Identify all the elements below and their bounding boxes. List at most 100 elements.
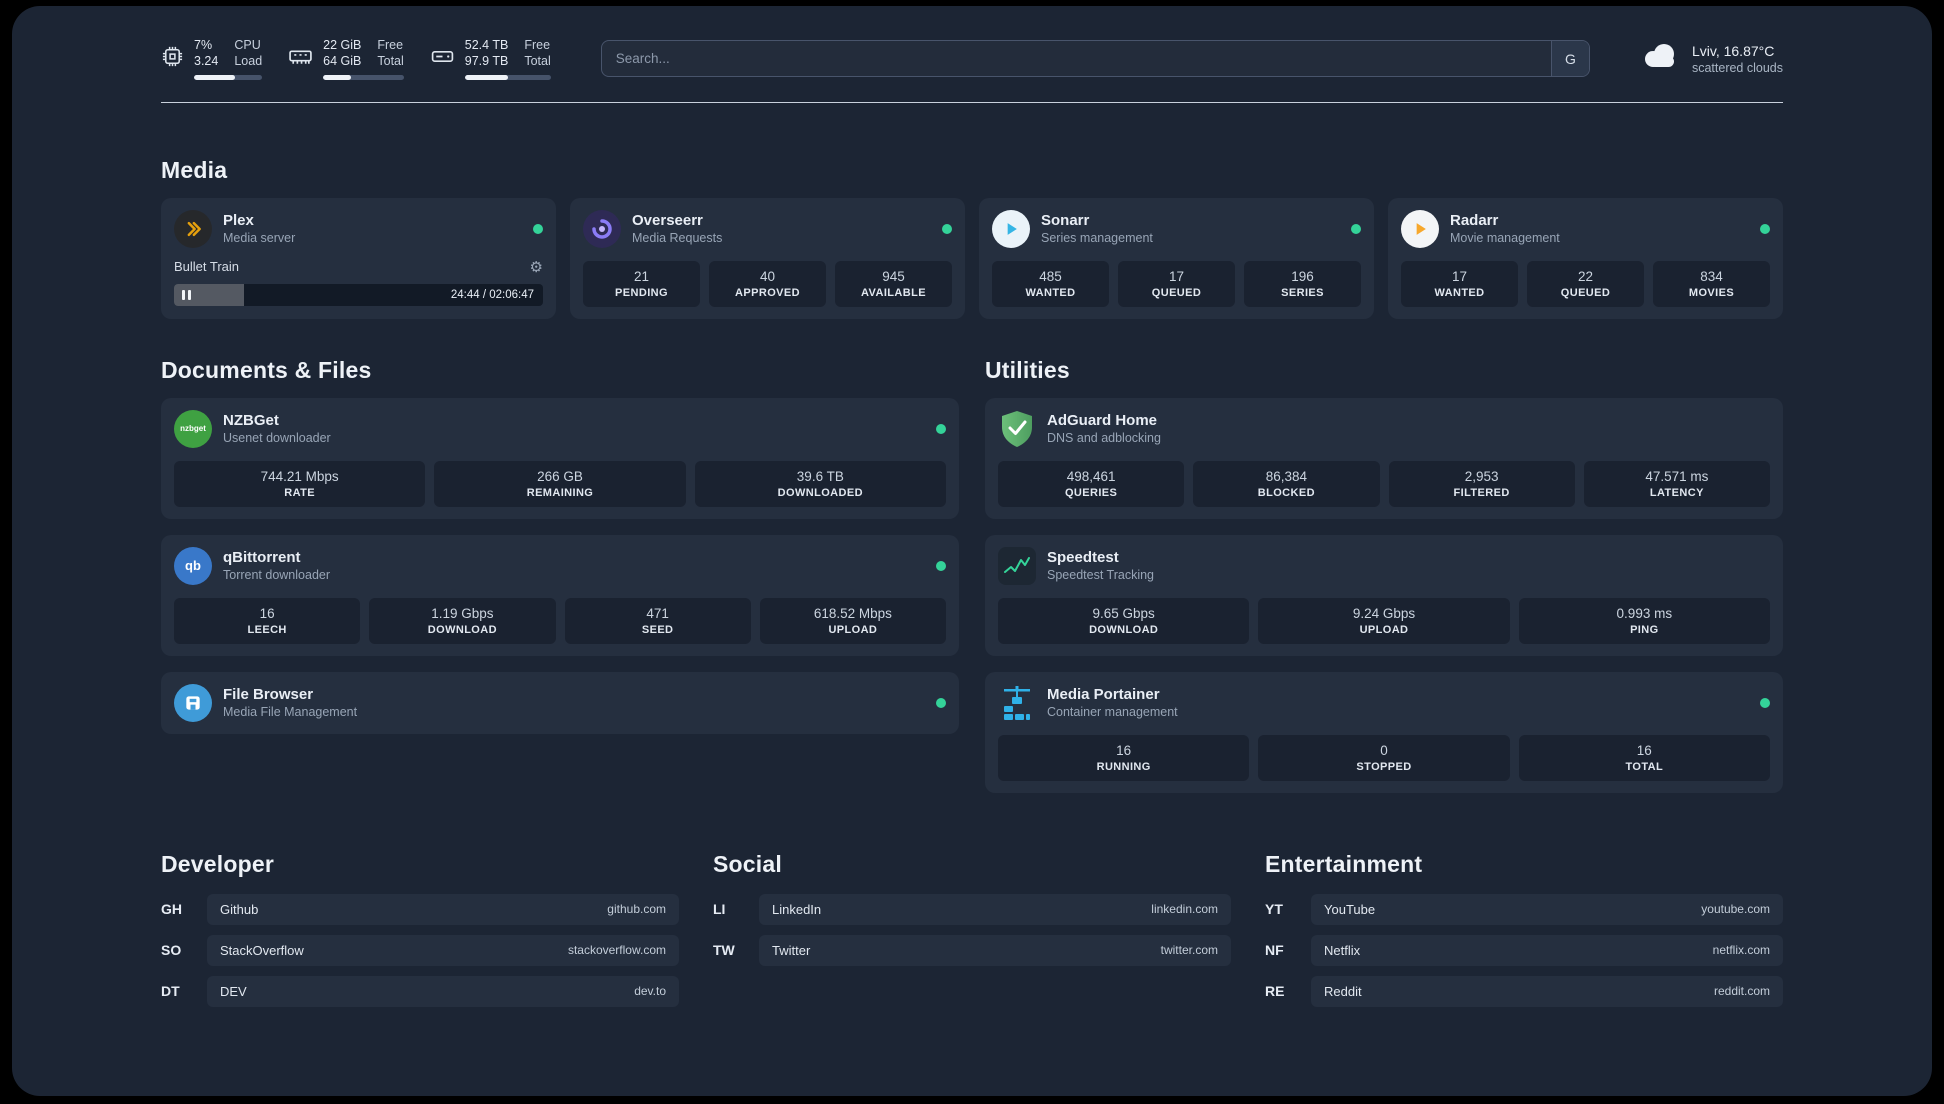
bookmark-abbr: SO [161,942,182,959]
stat-box: 86,384 BLOCKED [1193,460,1380,507]
plex-card[interactable]: Plex Media server Bullet Train ⚙ 24:44 /… [161,197,556,319]
documents-section-title: Documents & Files [161,356,372,383]
bookmark-abbr: YT [1265,901,1283,918]
disk-total-value: 97.9 TB [464,54,509,69]
overseerr-icon [583,209,621,248]
adguard-card[interactable]: AdGuard Home DNS and adblocking 498,461 … [985,397,1783,519]
bookmark-link[interactable]: YouTube youtube.com [1311,893,1783,925]
status-dot [1760,697,1770,708]
bookmark-link[interactable]: Twitter twitter.com [759,934,1231,966]
app-name: Speedtest [1047,549,1119,567]
search-provider-button[interactable]: G [1550,41,1589,77]
bookmark-link[interactable]: Github github.com [207,893,679,925]
status-dot [533,223,543,234]
disk-usage-bar [464,74,551,80]
portainer-icon [998,684,1036,722]
disk-free-value: 52.4 TB [464,38,509,52]
utilities-section: Utilities AdGuard Home DNS and adblockin… [985,357,1783,793]
app-name: Media Portainer [1047,686,1160,704]
adguard-icon [998,410,1036,448]
disk-free-label: Free [524,38,551,52]
stat-box: 16 RUNNING [998,734,1250,781]
speedtest-card[interactable]: Speedtest Speedtest Tracking 9.65 Gbps D… [985,534,1783,656]
weather-location: Lviv, 16.87°C [1691,42,1775,59]
disk-usage-fill [464,74,508,80]
cpu-label-bottom: Load [234,54,263,69]
app-name: Plex [223,212,254,230]
disk-total-label: Total [524,54,551,69]
plex-player-bar[interactable]: 24:44 / 02:06:47 [174,283,543,306]
bookmark-abbr: LI [713,901,726,918]
bookmark-abbr: RE [1265,983,1285,1000]
qbittorrent-card[interactable]: qb qBittorrent Torrent downloader 16 LEE… [161,534,959,656]
dashboard-panel: 7% 3.24 CPU Load 22 GiB 64 GiB Free Tota… [12,6,1932,1096]
app-name: qBittorrent [223,549,301,567]
weather-condition: scattered clouds [1691,60,1783,75]
plex-icon [174,209,212,248]
entertainment-section-title: Entertainment [1265,850,1423,877]
playback-time: 24:44 / 02:06:47 [450,288,534,301]
search-input[interactable] [600,40,1590,78]
developer-section: Developer GH Github github.com SO StackO… [161,851,679,1017]
stat-box: 9.24 Gbps UPLOAD [1258,597,1510,644]
cpu-usage-fill [194,74,235,80]
stat-box: 618.52 Mbps UPLOAD [759,597,946,644]
stat-box: 22 QUEUED [1527,260,1644,307]
bookmark-abbr: DT [161,983,180,1000]
bookmark-dev: DT DEV dev.to [161,975,679,1007]
cloud-icon [1640,42,1680,75]
bookmark-link[interactable]: LinkedIn linkedin.com [759,893,1231,925]
stat-box: 47.571 ms LATENCY [1583,460,1770,507]
app-name: File Browser [223,686,314,704]
stat-box: 40 APPROVED [709,260,826,307]
app-subtitle: Container management [1047,705,1178,720]
speedtest-icon [998,546,1036,585]
app-name: Sonarr [1041,212,1090,230]
portainer-card[interactable]: Media Portainer Container management 16 … [985,671,1783,793]
stat-box: 2,953 FILTERED [1388,460,1575,507]
sonarr-icon [992,209,1030,248]
cpu-load: 3.24 [194,54,219,69]
stat-box: 744.21 Mbps RATE [174,460,426,507]
stat-box: 945 AVAILABLE [835,260,952,307]
cpu-label-top: CPU [234,38,261,52]
topbar-divider [161,101,1783,103]
app-subtitle: Torrent downloader [223,568,331,583]
status-dot [936,423,946,434]
bookmark-youtube: YT YouTube youtube.com [1265,893,1783,925]
stat-box: 16 TOTAL [1518,734,1770,781]
stat-box: 9.65 Gbps DOWNLOAD [998,597,1250,644]
stat-box: 471 SEED [564,597,751,644]
bookmark-link[interactable]: Netflix netflix.com [1311,934,1783,966]
radarr-icon [1401,209,1439,248]
status-dot [936,697,946,708]
ram-total-label: Total [377,54,404,69]
stat-box: 39.6 TB DOWNLOADED [694,460,946,507]
sonarr-card[interactable]: Sonarr Series management 485 WANTED 17 Q… [979,197,1374,319]
gear-icon[interactable]: ⚙ [530,258,543,276]
bookmark-link[interactable]: DEV dev.to [207,975,679,1007]
bookmark-link[interactable]: Reddit reddit.com [1311,975,1783,1007]
now-playing-title: Bullet Train [174,259,240,275]
disk-icon [430,44,455,74]
weather-widget: Lviv, 16.87°C scattered clouds [1640,42,1783,75]
stat-box: 0 STOPPED [1258,734,1510,781]
app-subtitle: Media Requests [632,231,723,246]
stat-box: 196 SERIES [1244,260,1361,307]
radarr-card[interactable]: Radarr Movie management 17 WANTED 22 QUE… [1388,197,1783,319]
bookmark-netflix: NF Netflix netflix.com [1265,934,1783,966]
ram-widget: 22 GiB 64 GiB Free Total [288,38,404,80]
app-name: NZBGet [223,412,279,430]
utilities-section-title: Utilities [985,356,1070,383]
stat-box: 1.19 Gbps DOWNLOAD [369,597,556,644]
overseerr-card[interactable]: Overseerr Media Requests 21 PENDING 40 A… [570,197,965,319]
nzbget-card[interactable]: nzbget NZBGet Usenet downloader 744.21 M… [161,397,959,519]
social-section: Social LI LinkedIn linkedin.com TW Twitt… [713,851,1231,1017]
bookmark-link[interactable]: StackOverflow stackoverflow.com [207,934,679,966]
pause-icon[interactable] [182,289,191,300]
search: G [600,40,1590,78]
stat-box: 498,461 QUERIES [998,460,1185,507]
filebrowser-card[interactable]: File Browser Media File Management [161,671,959,734]
stat-box: 485 WANTED [992,260,1109,307]
app-subtitle: Series management [1041,231,1153,246]
